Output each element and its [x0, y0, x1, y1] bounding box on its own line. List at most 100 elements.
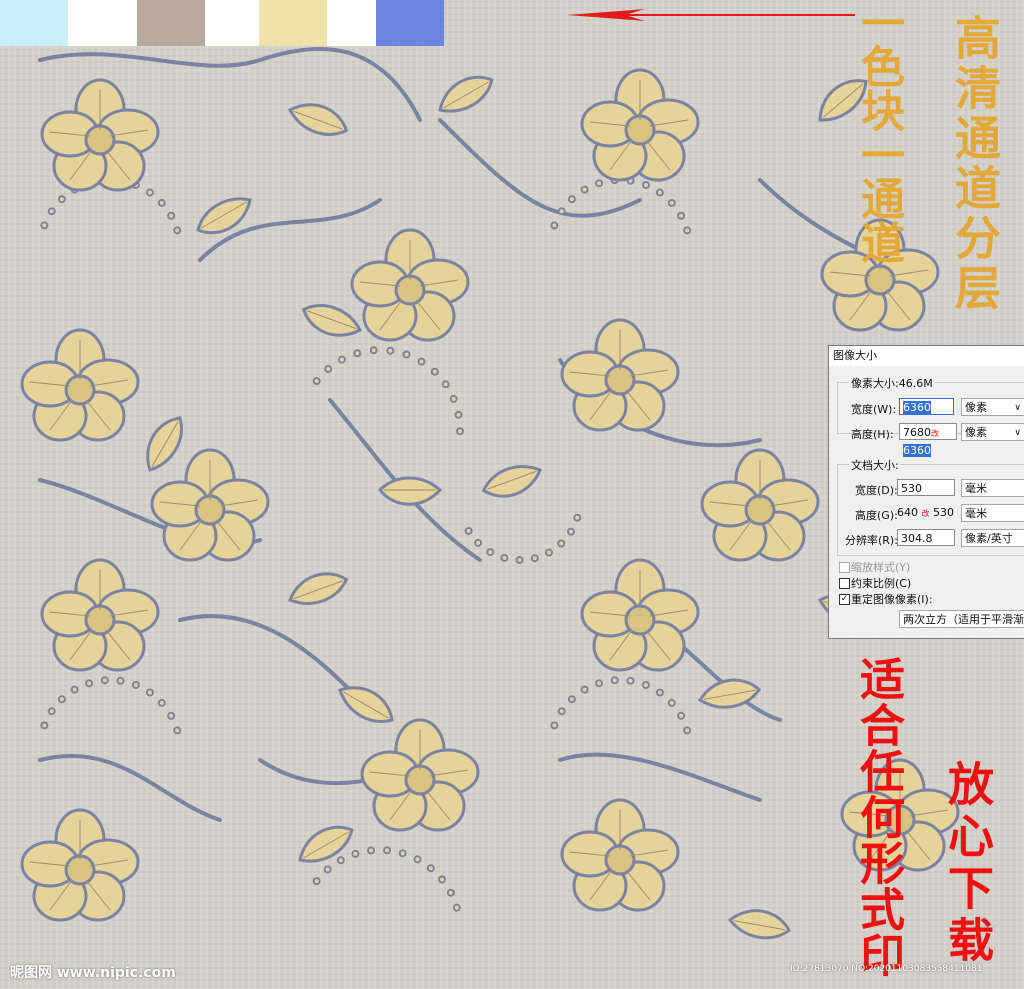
layer-note: 高清通道分层	[948, 14, 1002, 314]
dot-motif	[337, 355, 346, 364]
dot-motif	[70, 685, 79, 694]
dot-motif	[567, 527, 575, 536]
dot-motif	[145, 688, 154, 697]
resolution-label: 分辨率(R):	[845, 534, 898, 547]
dot-motif	[57, 195, 66, 204]
pixel-size-label: 像素大小:46.6M	[849, 375, 935, 391]
doc-width-input[interactable]: 530	[897, 479, 955, 496]
dot-motif	[500, 553, 509, 562]
scale-styles-label: 缩放样式(Y)	[851, 561, 911, 574]
width-unit: 像素	[965, 401, 987, 414]
doc-width-value: 530	[901, 482, 922, 495]
doc-height-old-value: 640	[897, 506, 918, 519]
dot-motif	[398, 849, 407, 858]
scale-styles-checkbox[interactable]	[839, 562, 850, 573]
dot-motif	[626, 676, 635, 685]
doc-height-unit-select[interactable]: 毫米	[961, 504, 1024, 522]
height-edit-mark: 改	[931, 429, 939, 438]
height-unit: 像素	[965, 426, 987, 439]
dot-motif	[550, 221, 559, 230]
dot-motif	[573, 513, 582, 522]
dot-motif	[40, 221, 49, 230]
color-swatch	[376, 0, 444, 46]
height-label: 高度(H):	[851, 428, 894, 441]
dot-motif	[351, 849, 360, 858]
document-size-label: 文档大小:	[849, 457, 901, 473]
resample-method: 两次立方（适用于平滑渐变	[903, 613, 1024, 626]
dot-motif	[312, 377, 321, 386]
dot-motif	[167, 711, 176, 720]
width-input[interactable]: 6360	[899, 398, 954, 415]
pattern-canvas: 一色块一通道 高清通道分层 适合任何形式印 放心下载 图像大小 像素大小:46.…	[0, 0, 1024, 989]
dot-motif	[57, 695, 66, 704]
color-block-note: 一色块一通道	[853, 0, 904, 264]
dot-motif	[449, 394, 458, 403]
dot-motif	[667, 698, 676, 707]
dot-motif	[683, 226, 692, 235]
resolution-unit: 像素/英寸	[965, 532, 1013, 545]
watermark-left: 昵图网 www.nipic.com	[10, 965, 176, 981]
dot-motif	[402, 350, 411, 359]
doc-height-value: 530	[933, 506, 954, 519]
dot-motif	[40, 721, 49, 730]
dot-motif	[610, 676, 619, 685]
dot-motif	[452, 903, 461, 912]
dot-motif	[336, 856, 345, 865]
dot-motif	[530, 554, 539, 563]
width-value: 6360	[903, 401, 931, 414]
dot-motif	[157, 198, 166, 207]
color-swatch	[68, 0, 137, 46]
height-input[interactable]: 7680改6360	[899, 423, 957, 457]
resolution-unit-select[interactable]: 像素/英寸	[961, 529, 1024, 547]
dot-motif	[353, 349, 362, 358]
dot-motif	[417, 357, 426, 366]
dot-motif	[580, 685, 589, 694]
dot-motif	[438, 875, 446, 884]
dot-motif	[667, 198, 676, 207]
dot-motif	[474, 538, 483, 547]
resample-label: 重定图像像素(I):	[851, 593, 933, 606]
dot-motif	[145, 188, 154, 197]
doc-width-unit-select[interactable]: 毫米	[961, 479, 1024, 497]
doc-width-unit: 毫米	[965, 482, 987, 495]
dot-motif	[369, 346, 378, 355]
dot-motif	[173, 726, 182, 735]
dot-motif	[595, 179, 604, 188]
doc-height-input[interactable]: 640 改 530	[897, 504, 959, 521]
height-value: 6360	[903, 444, 931, 457]
dot-motif	[655, 188, 664, 197]
dot-motif	[157, 698, 166, 707]
dot-motif	[324, 365, 333, 373]
dot-motif	[413, 855, 422, 864]
image-size-dialog: 图像大小 像素大小:46.6M 宽度(W): 6360 像素 ∨ 高度(H): 7…	[828, 345, 1024, 639]
resolution-input[interactable]: 304.8	[897, 529, 955, 546]
dot-motif	[454, 410, 463, 419]
dot-motif	[85, 679, 94, 688]
doc-height-unit: 毫米	[965, 507, 987, 520]
dot-motif	[677, 211, 686, 220]
width-unit-select[interactable]: 像素 ∨	[961, 398, 1024, 416]
dot-motif	[567, 195, 576, 204]
color-swatch	[205, 0, 259, 46]
color-swatch	[259, 0, 327, 46]
dot-motif	[312, 877, 321, 886]
resample-method-select[interactable]: 两次立方（适用于平滑渐变	[899, 610, 1024, 628]
resolution-value: 304.8	[901, 532, 933, 545]
resample-checkbox[interactable]: ✓	[839, 594, 850, 605]
dot-motif	[655, 688, 664, 697]
doc-height-label: 高度(G):	[855, 509, 898, 522]
height-unit-select[interactable]: 像素 ∨	[961, 423, 1024, 441]
width-label: 宽度(W):	[851, 403, 897, 416]
dot-motif	[383, 846, 391, 855]
print-note: 适合任何形式印	[852, 656, 905, 978]
dot-motif	[545, 548, 553, 557]
dot-motif	[131, 681, 140, 689]
watermark-right: ID:27813070 NO:20201103083558411081	[790, 964, 983, 974]
dot-motif	[567, 695, 576, 704]
dot-motif	[550, 721, 559, 730]
dot-motif	[595, 679, 604, 688]
constrain-checkbox[interactable]	[839, 578, 850, 589]
dot-motif	[677, 711, 686, 720]
doc-width-label: 宽度(D):	[855, 484, 898, 497]
chevron-down-icon: ∨	[1014, 428, 1021, 438]
